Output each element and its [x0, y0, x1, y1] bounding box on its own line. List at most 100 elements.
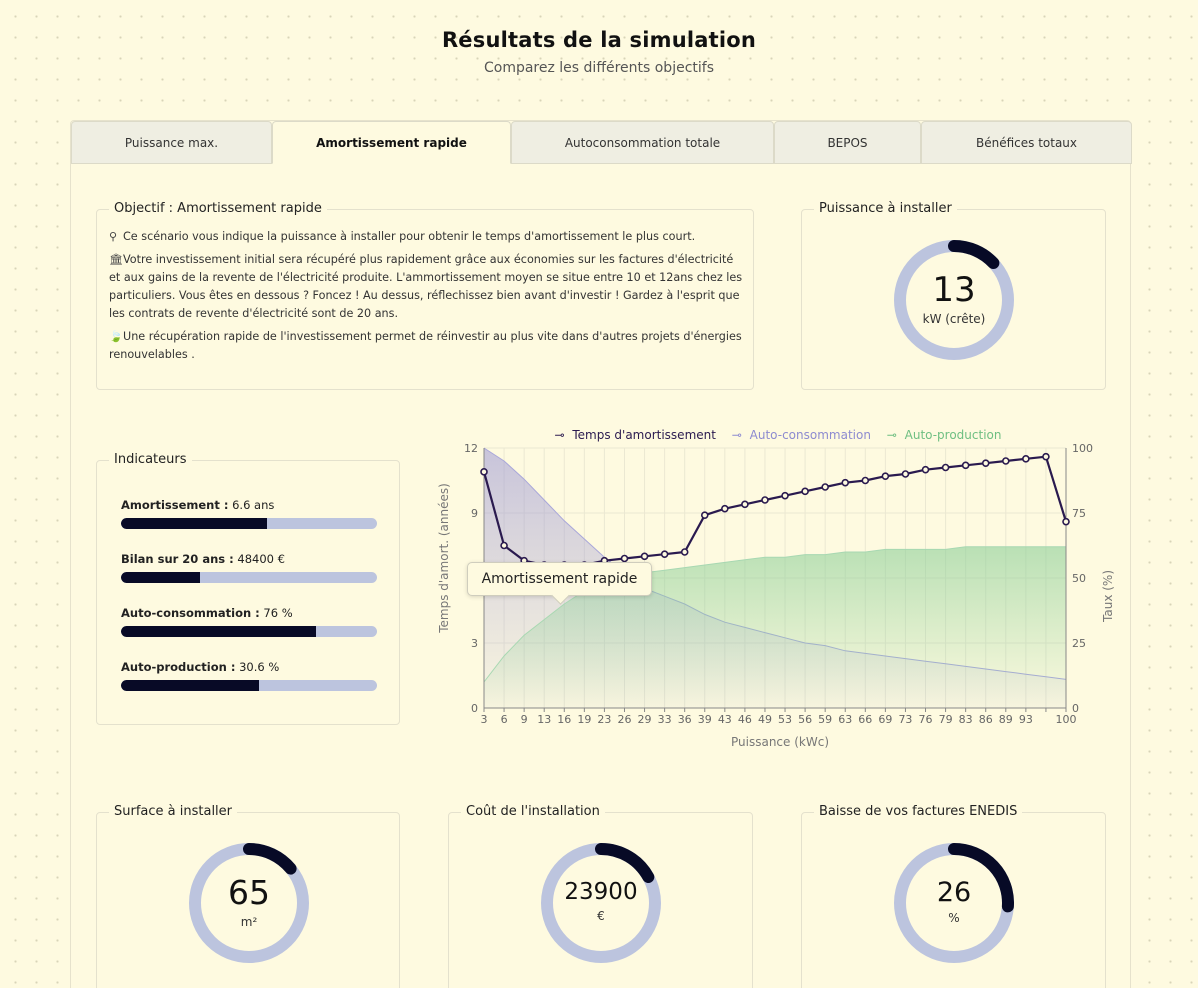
- amortissement-point: [941, 463, 950, 472]
- x-tick-label: 59: [818, 713, 832, 726]
- surface-legend: Surface à installer: [109, 804, 238, 819]
- page-subtitle: Comparez les différents objectifs: [483, 60, 714, 76]
- indicator-progress-bar: [121, 572, 377, 583]
- objective-line-3: 🍃Une récupération rapide de l'investisse…: [109, 330, 742, 361]
- indicator-auto-consommation: Auto-consommation : 76 %: [121, 606, 377, 637]
- indicator-bilan: Bilan sur 20 ans : 48400 €: [121, 552, 377, 583]
- amortissement-point: [961, 461, 970, 470]
- tab-benefices-totaux[interactable]: Bénéfices totaux: [921, 121, 1132, 164]
- indicator-label: Amortissement : 6.6 ans: [121, 498, 275, 512]
- legend-amortissement[interactable]: ⊸ Temps d'amortissement: [554, 428, 719, 442]
- x-tick-label: 79: [939, 713, 953, 726]
- tab-bar: Puissance max. Amortissement rapide Auto…: [71, 121, 1132, 164]
- x-tick-label: 53: [778, 713, 792, 726]
- y-axis-title: Temps d'amort. (années): [437, 483, 451, 634]
- x-tick-label: 9: [521, 713, 528, 726]
- indicator-progress-bar: [121, 518, 377, 529]
- x-tick-label: 73: [898, 713, 912, 726]
- amortissement-point: [761, 496, 769, 504]
- x-tick-label: 66: [858, 713, 872, 726]
- x-tick-label: 93: [1019, 713, 1033, 726]
- amortissement-point: [700, 511, 709, 519]
- bill-reduction-box: Baisse de vos factures ENEDIS 26 %: [801, 804, 1106, 988]
- surface-gauge: 65 m²: [189, 843, 309, 963]
- amortissement-point: [801, 487, 809, 496]
- chart-legend: ⊸ Temps d'amortissement ⊸ Auto-consommat…: [430, 428, 1130, 442]
- x-tick-label: 26: [617, 713, 631, 726]
- cost-unit: €: [597, 909, 605, 923]
- x-tick-label: 69: [878, 713, 892, 726]
- amortissement-point: [881, 472, 890, 480]
- lightbulb-icon: ⚲: [109, 230, 118, 243]
- objective-box: Objectif : Amortissement rapide ⚲ Ce scén…: [96, 201, 754, 390]
- tab-amortissement-rapide[interactable]: Amortissement rapide: [272, 121, 511, 164]
- tab-autoconsommation-totale[interactable]: Autoconsommation totale: [511, 121, 774, 164]
- indicator-label: Auto-production : 30.6 %: [121, 660, 280, 674]
- objective-legend: Objectif : Amortissement rapide: [109, 201, 327, 216]
- legend-auto-production[interactable]: ⊸ Auto-production: [887, 428, 1006, 442]
- gauge-arc: [595, 843, 655, 883]
- amortissement-point: [480, 468, 488, 476]
- bill-reduction-value: 26: [936, 877, 972, 908]
- amortissement-point: [741, 500, 749, 509]
- amortissement-point: [781, 491, 789, 500]
- bill-reduction-gauge: 26 %: [894, 843, 1014, 963]
- x-tick-label: 19: [577, 713, 591, 726]
- y2-tick-label: 75: [1072, 507, 1086, 520]
- amortissement-point: [1062, 517, 1070, 526]
- y2-axis-title: Taux (%): [1101, 570, 1115, 623]
- indicator-progress-bar: [121, 626, 377, 637]
- x-tick-label: 6: [501, 713, 508, 726]
- surface-box: Surface à installer 65 m²: [96, 804, 400, 988]
- objective-text: ⚲ Ce scénario vous indique la puissance à…: [109, 228, 745, 369]
- indicators-box: Indicateurs Amortissement : 6.6 ans Bila…: [96, 452, 400, 725]
- cost-gauge: 23900 €: [541, 843, 661, 963]
- x-tick-label: 29: [638, 713, 652, 726]
- amortissement-point: [821, 483, 829, 491]
- power-gauge: 13 kW (crête): [894, 240, 1014, 360]
- amortissement-point: [921, 465, 930, 474]
- page-header: Résultats de la simulation Comparez les …: [0, 28, 1198, 76]
- y2-tick-label: 0: [1072, 702, 1079, 715]
- cost-value: 23900: [564, 879, 638, 905]
- tab-puissance-max[interactable]: Puissance max.: [71, 121, 272, 164]
- y2-tick-label: 25: [1072, 637, 1086, 650]
- cost-box: Coût de l'installation 23900 €: [448, 804, 753, 988]
- power-unit: kW (crête): [922, 312, 986, 326]
- surface-value: 65: [228, 873, 270, 912]
- amortissement-point: [901, 470, 910, 478]
- amortissement-point: [660, 550, 669, 558]
- x-tick-label: 76: [919, 713, 933, 726]
- x-tick-label: 13: [537, 713, 551, 726]
- surface-unit: m²: [240, 915, 258, 929]
- bill-reduction-legend: Baisse de vos factures ENEDIS: [814, 804, 1023, 819]
- objective-line-1: ⚲ Ce scénario vous indique la puissance à…: [109, 228, 745, 246]
- legend-auto-consommation[interactable]: ⊸ Auto-consommation: [732, 428, 875, 442]
- tab-bepos[interactable]: BEPOS: [774, 121, 921, 164]
- x-tick-label: 33: [658, 713, 672, 726]
- amortissement-point: [1001, 457, 1010, 465]
- amortissement-point: [640, 552, 649, 561]
- x-tick-label: 83: [959, 713, 973, 726]
- amortissement-point: [861, 476, 870, 485]
- indicator-amortissement: Amortissement : 6.6 ans: [121, 498, 377, 529]
- power-value: 13: [932, 270, 976, 310]
- x-tick-label: 86: [979, 713, 993, 726]
- cost-legend: Coût de l'installation: [461, 804, 605, 819]
- x-tick-label: 56: [798, 713, 812, 726]
- y-tick-label: 3: [471, 637, 478, 650]
- x-tick-label: 3: [481, 713, 488, 726]
- amortissement-point: [500, 541, 508, 550]
- amortissement-point: [1042, 452, 1050, 461]
- amortissement-point: [1022, 455, 1030, 463]
- x-tick-label: 49: [758, 713, 772, 726]
- x-tick-label: 46: [738, 713, 752, 726]
- indicator-auto-production: Auto-production : 30.6 %: [121, 660, 377, 691]
- indicators-legend: Indicateurs: [109, 452, 192, 467]
- bank-icon: 🏛: [109, 253, 123, 266]
- y2-tick-label: 50: [1072, 572, 1086, 585]
- leaf-icon: 🍃: [109, 330, 123, 343]
- chart-tooltip: Amortissement rapide: [467, 562, 652, 596]
- objective-line-2: 🏛Votre investissement initial sera récup…: [109, 253, 743, 320]
- x-tick-label: 89: [999, 713, 1013, 726]
